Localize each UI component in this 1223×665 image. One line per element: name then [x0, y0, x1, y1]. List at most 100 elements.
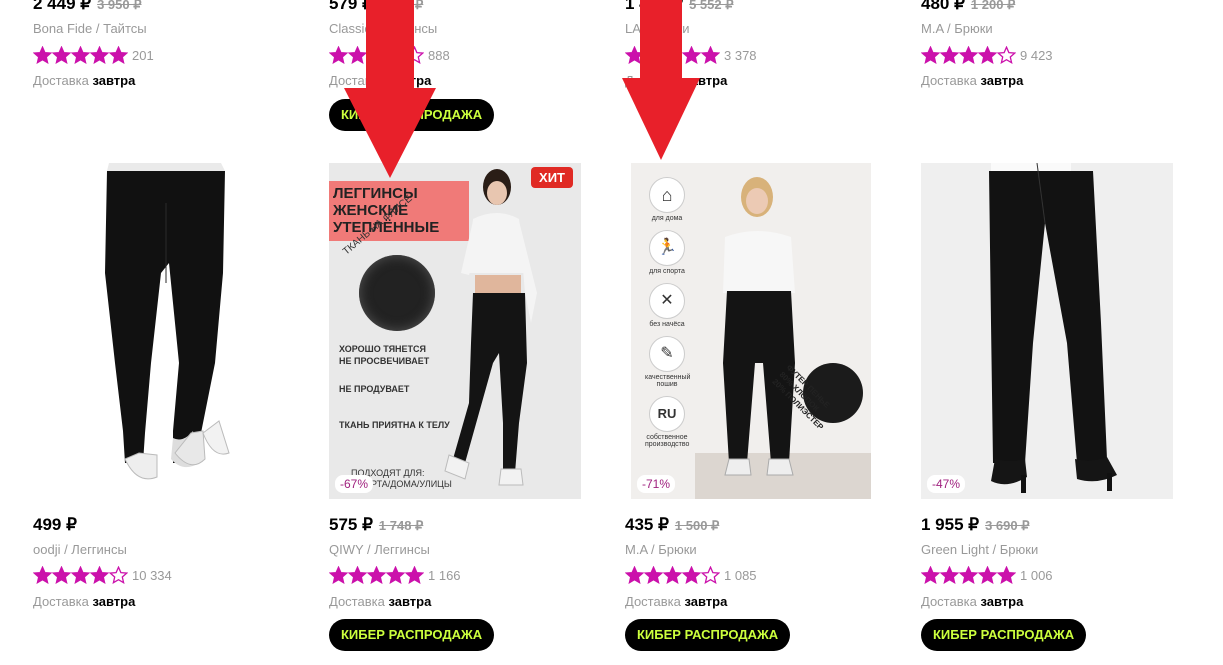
discount-badge: -47% — [927, 475, 966, 493]
cyber-sale-badge[interactable]: КИБЕР РАСПРОДАЖА — [625, 619, 791, 651]
delivery-info: Доставка завтра — [921, 594, 1024, 609]
fleece-circle — [359, 255, 435, 331]
star-filled-icon — [367, 566, 386, 584]
rating-stars — [921, 46, 1016, 64]
hit-badge: ХИТ — [531, 167, 573, 188]
product-card-3[interactable]: ⌂ для дома 🏃 для спорта ✕ без начёса ✎ к… — [625, 163, 877, 663]
delivery-info: Доставка завтра — [921, 73, 1024, 88]
brand-category[interactable]: M.A / Брюки — [625, 542, 697, 557]
brand-category[interactable]: oodji / Леггинсы — [33, 542, 127, 557]
product-card-4[interactable]: -47% 1 955 ₽3 690 ₽ Green Light / Брюки … — [921, 163, 1173, 663]
brand-category[interactable]: QIWY / Леггинсы — [329, 542, 430, 557]
star-filled-icon — [940, 566, 959, 584]
old-price: 3 690 ₽ — [985, 518, 1030, 533]
review-count: 9 423 — [1020, 47, 1053, 63]
product-card-2[interactable]: ЛЕГГИНСЫ ЖЕНСКИЕ УТЕПЛЁННЫЕ ТКАНЬ НА ФЛИ… — [329, 163, 581, 663]
star-filled-icon — [701, 46, 720, 64]
rating: 1 166 — [329, 566, 461, 584]
delivery-info: Доставка завтра — [329, 594, 432, 609]
review-count: 3 378 — [724, 47, 757, 63]
pants-photo — [989, 163, 1117, 493]
price: 435 ₽1 500 ₽ — [625, 515, 720, 534]
rating: 10 334 — [33, 566, 172, 584]
rating-stars — [625, 566, 720, 584]
leggings-photo — [105, 163, 230, 480]
product-card-1[interactable]: 499 ₽ oodji / Леггинсы 10 334 Доставка з… — [33, 163, 285, 663]
price: 2 449 ₽3 950 ₽ — [33, 0, 142, 14]
discount-badge: -67% — [335, 475, 374, 493]
star-filled-icon — [682, 566, 701, 584]
rating: 1 085 — [625, 566, 757, 584]
rating-stars — [33, 566, 128, 584]
rating-stars — [921, 566, 1016, 584]
old-price: 1 500 ₽ — [674, 518, 720, 533]
cyber-sale-badge[interactable]: КИБЕР РАСПРОДАЖА — [329, 619, 495, 651]
running-icon: 🏃 — [649, 230, 685, 266]
star-filled-icon — [921, 46, 940, 64]
needle-icon: ✎ — [649, 336, 685, 372]
star-filled-icon — [625, 566, 644, 584]
star-filled-icon — [959, 46, 978, 64]
cyber-sale-badge[interactable]: КИБЕР РАСПРОДАЖА — [921, 619, 1087, 651]
star-filled-icon — [959, 566, 978, 584]
ru-icon: RU — [649, 396, 685, 432]
star-filled-icon — [90, 566, 109, 584]
review-count: 1 166 — [428, 567, 461, 583]
old-price: 1 200 ₽ — [970, 0, 1016, 12]
star-filled-icon — [52, 46, 71, 64]
old-price: 1 748 ₽ — [378, 518, 424, 533]
star-filled-icon — [386, 566, 405, 584]
star-filled-icon — [52, 566, 71, 584]
feature-list: ХОРОШО ТЯНЕТСЯ НЕ ПРОСВЕЧИВАЕТ НЕ ПРОДУВ… — [339, 344, 450, 430]
star-filled-icon — [921, 566, 940, 584]
star-filled-icon — [978, 566, 997, 584]
delivery-info: Доставка завтра — [33, 73, 136, 88]
rating: 9 423 — [921, 46, 1053, 64]
rating-stars — [33, 46, 128, 64]
brand-category[interactable]: Green Light / Брюки — [921, 542, 1038, 557]
rating: 1 006 — [921, 566, 1053, 584]
home-icon: ⌂ — [649, 177, 685, 213]
price: 480 ₽1 200 ₽ — [921, 0, 1015, 14]
delivery-info: Доставка завтра — [33, 594, 136, 609]
star-filled-icon — [90, 46, 109, 64]
star-filled-icon — [329, 566, 348, 584]
product-image[interactable]: ЛЕГГИНСЫ ЖЕНСКИЕ УТЕПЛЁННЫЕ ТКАНЬ НА ФЛИ… — [329, 163, 581, 499]
feature-icon-column: ⌂ для дома 🏃 для спорта ✕ без начёса ✎ к… — [645, 177, 690, 450]
no-fleece-icon: ✕ — [649, 283, 685, 319]
product-image[interactable]: ⌂ для дома 🏃 для спорта ✕ без начёса ✎ к… — [631, 163, 871, 499]
review-count: 1 085 — [724, 567, 757, 583]
model-photo — [444, 169, 537, 486]
model-photo — [695, 177, 871, 499]
price: 1 955 ₽3 690 ₽ — [921, 515, 1030, 534]
product-image[interactable]: -47% — [921, 163, 1173, 499]
star-filled-icon — [997, 566, 1016, 584]
product-image[interactable] — [33, 163, 285, 499]
star-filled-icon — [663, 566, 682, 584]
star-filled-icon — [33, 46, 52, 64]
price: 575 ₽1 748 ₽ — [329, 515, 424, 534]
star-empty-icon — [701, 566, 720, 584]
red-arrow-down-icon — [622, 0, 700, 160]
star-empty-icon — [109, 566, 128, 584]
star-filled-icon — [109, 46, 128, 64]
rating-stars — [329, 566, 424, 584]
brand-category[interactable]: M.A / Брюки — [921, 21, 993, 36]
star-filled-icon — [71, 46, 90, 64]
old-price: 3 950 ₽ — [97, 0, 142, 12]
rating: 201 — [33, 46, 154, 64]
review-count: 10 334 — [132, 567, 172, 583]
star-filled-icon — [405, 566, 424, 584]
star-filled-icon — [940, 46, 959, 64]
review-count: 1 006 — [1020, 567, 1053, 583]
brand-category[interactable]: Bona Fide / Тайтсы — [33, 21, 147, 36]
star-filled-icon — [71, 566, 90, 584]
red-arrow-down-icon — [344, 0, 436, 178]
star-filled-icon — [644, 566, 663, 584]
review-count: 201 — [132, 47, 154, 63]
delivery-info: Доставка завтра — [625, 594, 728, 609]
discount-badge: -71% — [637, 475, 676, 493]
star-filled-icon — [978, 46, 997, 64]
price: 499 ₽ — [33, 515, 77, 534]
star-filled-icon — [33, 566, 52, 584]
